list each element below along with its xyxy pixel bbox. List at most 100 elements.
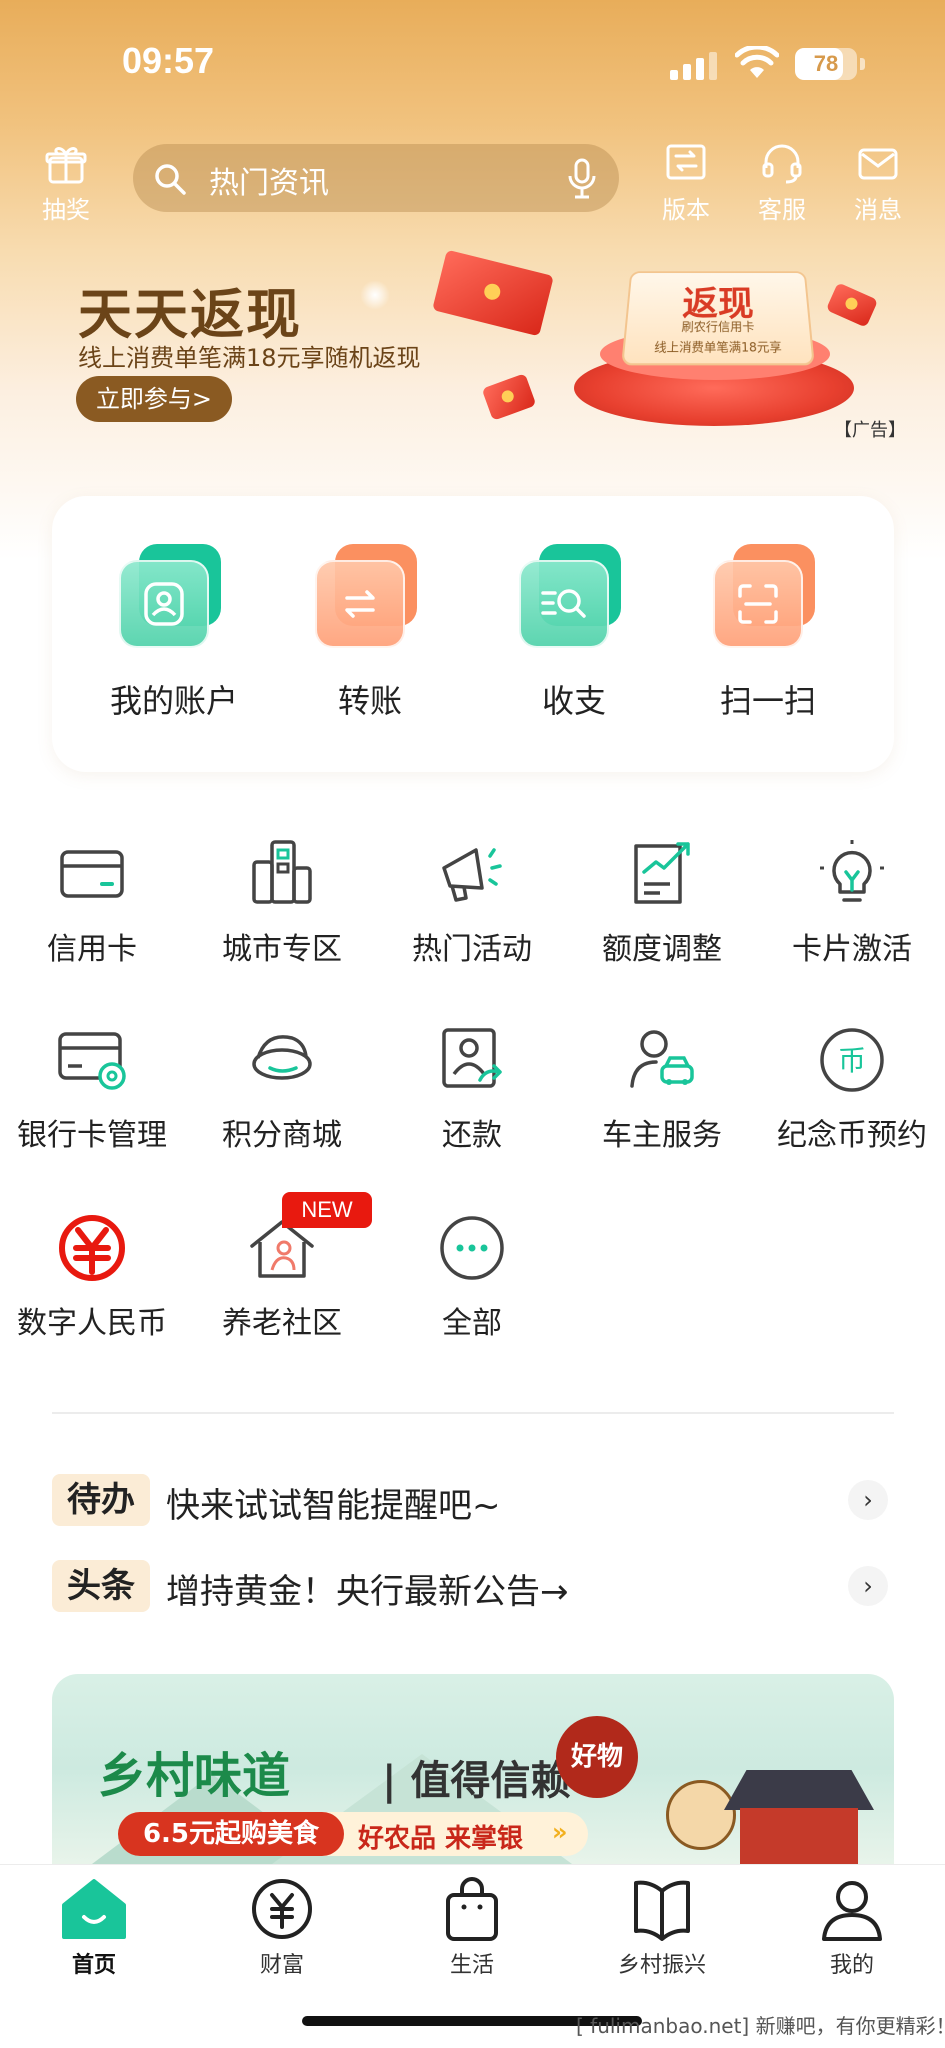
grid-item-elderly-community[interactable]: 养老社区 [188,1212,376,1342]
rural-book-icon [634,1880,690,1941]
grid-item-hot-activities[interactable]: 热门活动 [378,838,566,968]
lottery-button[interactable]: 抽奖 [28,142,104,225]
cashback-card-graphic: 返现 刷农行信用卡 线上消费单笔满18元享 [621,271,815,366]
grid-item-points-mall[interactable]: 积分商城 [188,1024,376,1154]
battery-tip [860,58,865,70]
double-chevron-icon: » [552,1818,568,1846]
grid-label: 银行卡管理 [17,1118,167,1153]
promo-subtitle: | 值得信赖 [382,1757,571,1804]
temple-illustration [724,1770,874,1810]
grid-item-car-owner[interactable]: 车主服务 [568,1024,756,1154]
main-actions-card: 我的账户 转账 收支 扫一扫 [52,496,894,772]
tab-label: 首页 [71,1953,116,1978]
notice-todo[interactable]: 待办 快来试试智能提醒吧~ › [52,1474,894,1526]
svg-text:币: 币 [838,1044,866,1077]
notice-headline[interactable]: 头条 增持黄金！央行最新公告→ › [52,1560,894,1612]
transfer-label: 转账 [337,682,402,720]
coin-icon: 币 [820,1028,884,1092]
red-envelope-decoration [825,282,879,328]
scan-label: 扫一扫 [719,682,816,720]
grid-label: 积分商城 [222,1118,342,1153]
profile-icon [822,1881,882,1941]
grid-item-card-activation[interactable]: 卡片激活 [758,838,945,968]
battery-indicator: 78 [795,48,857,80]
grid-label: 热门活动 [412,932,532,967]
grid-item-bank-card-manage[interactable]: 银行卡管理 [0,1024,186,1154]
main-icon-wrap [119,544,229,652]
grid-label: 还款 [442,1118,502,1153]
notice-tag: 头条 [52,1560,150,1612]
tab-wealth[interactable]: 财富 [212,1877,352,1979]
search-placeholder: 热门资讯 [209,166,329,201]
grid-label: 城市专区 [222,932,342,967]
promo-banner-rural-food[interactable]: 乡村味道 | 值得信赖 好物 6.5元起购美食 好农品 来掌银 » [52,1674,894,1864]
life-bag-icon [446,1877,498,1941]
headset-icon [762,144,802,184]
watermark-text: [ fulimanbao.net] 新赚吧，有你更精彩！ [576,2014,945,2038]
grid-item-limit-adjust[interactable]: 额度调整 [568,838,756,968]
megaphone-icon [442,848,502,902]
messages-button[interactable]: 消息 [840,142,916,225]
banner-subtitle: 线上消费单笔满18元享随机返现 [78,344,421,372]
grid-label: 数字人民币 [17,1306,167,1341]
chevron-right-icon[interactable]: › [848,1480,888,1520]
mail-icon [858,148,898,180]
my-account-label: 我的账户 [109,682,238,720]
cashback-card-line1: 刷农行信用卡 [681,319,755,334]
ad-tag: 【广告】 [834,420,906,441]
notice-text: 快来试试智能提醒吧~ [166,1486,501,1526]
promo-title: 乡村味道 [98,1748,291,1804]
red-envelope-decoration [432,249,554,337]
notice-tag: 待办 [52,1474,150,1526]
battery-level: 78 [813,51,839,76]
promo-banner-cashback[interactable]: 天天返现 线上消费单笔满18元享随机返现 立即参与> 返现 刷农行信用卡 线上消… [0,240,945,480]
grid-item-digital-rmb[interactable]: 数字人民币 [0,1212,186,1342]
banner-join-button[interactable]: 立即参与> [76,376,232,422]
version-icon [666,144,706,180]
version-button[interactable]: 版本 [648,142,724,225]
tab-label: 我的 [829,1953,874,1978]
grid-item-all[interactable]: 全部 [378,1212,566,1342]
grid-item-repayment[interactable]: 还款 [378,1024,566,1154]
transfer-button[interactable]: 转账 [280,544,460,722]
tab-label: 生活 [449,1953,494,1978]
status-bar: 09:57 78 [0,0,945,120]
promo-strip-text: 好农品 来掌银 [358,1824,524,1854]
sparkle-decoration [360,280,390,310]
promo-seal: 好物 [556,1716,638,1798]
more-icon [440,1216,504,1280]
scan-icon [738,584,778,624]
tab-mine[interactable]: 我的 [782,1877,922,1979]
red-envelope-decoration [481,373,537,421]
grid-label: 全部 [442,1306,502,1341]
lottery-label: 抽奖 [42,196,90,224]
main-icon-wrap [519,544,629,652]
search-bar[interactable]: 热门资讯 [133,144,619,212]
my-account-button[interactable]: 我的账户 [84,544,264,722]
tab-life[interactable]: 生活 [402,1877,542,1979]
points-icon [252,1035,312,1080]
search-icon [155,164,186,195]
grid-label: 卡片激活 [792,932,912,967]
chevron-right-icon[interactable]: › [848,1566,888,1606]
gift-icon [45,147,87,184]
scan-button[interactable]: 扫一扫 [678,544,858,722]
cellular-signal-icon [670,50,720,80]
transfer-icon [345,590,375,618]
wealth-icon [252,1879,312,1939]
customer-service-button[interactable]: 客服 [744,142,820,225]
income-expense-button[interactable]: 收支 [484,544,664,722]
microphone-icon[interactable] [567,158,597,200]
statement-icon [541,589,586,618]
credit-card-icon [60,850,124,898]
customer-service-label: 客服 [758,196,806,224]
repay-icon [442,1028,502,1088]
tab-rural-revitalization[interactable]: 乡村振兴 [592,1877,732,1979]
main-icon-wrap [713,544,823,652]
grid-item-city-zone[interactable]: 城市专区 [188,838,376,968]
grid-item-commemorative-coin[interactable]: 币 纪念币预约 [758,1024,945,1154]
grid-item-credit-card[interactable]: 信用卡 [0,838,186,968]
limit-chart-icon [634,842,690,904]
tab-home[interactable]: 首页 [24,1877,164,1979]
lightbulb-icon [820,840,884,902]
